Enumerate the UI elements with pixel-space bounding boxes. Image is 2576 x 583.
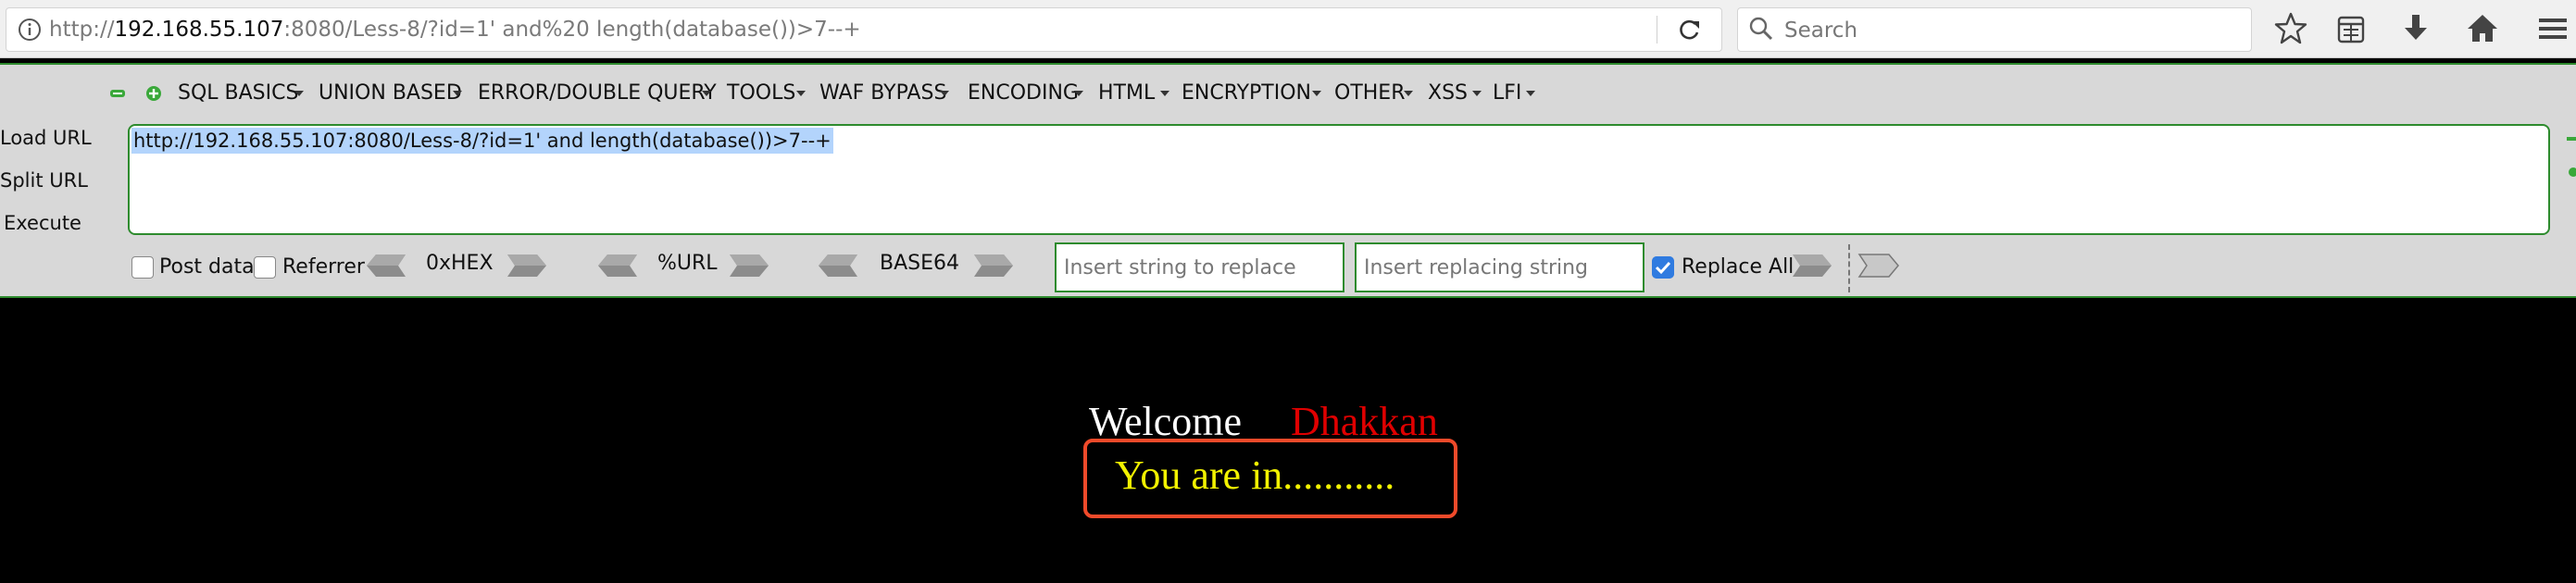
url-path: :8080/Less-8/?id=1' and%20 length(databa… (283, 18, 861, 42)
execute-button[interactable]: Execute (4, 212, 81, 234)
bookmark-star-icon[interactable] (2271, 9, 2310, 48)
minus-icon[interactable] (109, 87, 126, 100)
hex-encode-arrow-icon[interactable] (506, 252, 548, 279)
hackbar-menu: SQL BASICS UNION BASED ERROR/DOUBLE QUER… (0, 80, 2576, 107)
post-data-label: Post data (159, 255, 255, 279)
split-url-button[interactable]: Split URL (0, 169, 88, 192)
address-bar-url[interactable]: http://192.168.55.107:8080/Less-8/?id=1'… (49, 8, 861, 51)
url-prefix: http:// (49, 18, 115, 42)
url-textarea[interactable]: http://192.168.55.107:8080/Less-8/?id=1'… (128, 124, 2550, 235)
replace-forward-arrow-icon[interactable] (1857, 252, 1900, 279)
post-data-checkbox[interactable] (131, 256, 154, 279)
download-icon[interactable] (2396, 9, 2435, 48)
url-encoding-label: %URL (657, 252, 718, 275)
search-icon (1749, 17, 1773, 41)
base64-decode-arrow-icon[interactable] (817, 252, 859, 279)
plus-icon[interactable] (144, 84, 163, 103)
url-decode-arrow-icon[interactable] (596, 252, 639, 279)
referrer-label: Referrer (282, 255, 365, 279)
status-box: You are in........... (1083, 439, 1457, 518)
chevron-down-icon (1526, 91, 1535, 96)
menu-error-double-query[interactable]: ERROR/DOUBLE QUERY (478, 80, 717, 107)
replace-apply-arrow-icon[interactable] (1791, 252, 1833, 279)
chevron-down-icon (1312, 91, 1321, 96)
menu-sql-basics[interactable]: SQL BASICS (178, 80, 298, 107)
menu-html[interactable]: HTML (1098, 80, 1155, 107)
url-host: 192.168.55.107 (114, 18, 284, 42)
search-bar[interactable] (1737, 7, 2252, 53)
referrer-checkbox[interactable] (254, 256, 276, 279)
info-icon[interactable] (16, 16, 44, 43)
menu-encryption[interactable]: ENCRYPTION (1182, 80, 1311, 107)
address-bar[interactable]: http://192.168.55.107:8080/Less-8/?id=1'… (6, 7, 1722, 52)
menu-xss[interactable]: XSS (1428, 80, 1468, 107)
menu-lfi[interactable]: LFI (1493, 80, 1521, 107)
base64-label: BASE64 (880, 252, 960, 275)
chevron-down-icon (294, 91, 304, 96)
url-textarea-value[interactable]: http://192.168.55.107:8080/Less-8/?id=1'… (131, 128, 833, 154)
url-encode-arrow-icon[interactable] (728, 252, 770, 279)
status-message: You are in........... (1115, 453, 1395, 498)
chevron-down-icon (1472, 91, 1482, 96)
hex-label: 0xHEX (426, 252, 494, 275)
replace-all-checkbox[interactable] (1652, 256, 1674, 279)
hackbar-panel: SQL BASICS UNION BASED ERROR/DOUBLE QUER… (0, 63, 2576, 298)
menu-other[interactable]: OTHER (1334, 80, 1405, 107)
menu-waf-bypass[interactable]: WAF BYPASS (819, 80, 946, 107)
chevron-down-icon (796, 91, 806, 96)
hamburger-menu-icon[interactable] (2533, 9, 2572, 48)
home-icon[interactable] (2463, 9, 2502, 48)
browser-toolbar: http://192.168.55.107:8080/Less-8/?id=1'… (0, 0, 2576, 58)
dashed-divider (1848, 244, 1850, 292)
replacing-string-input[interactable] (1355, 242, 1644, 292)
replace-all-label: Replace All (1682, 255, 1794, 279)
chevron-down-icon (702, 91, 711, 96)
menu-encoding[interactable]: ENCODING (968, 80, 1079, 107)
edge-arrows-icon (2567, 137, 2576, 177)
base64-encode-arrow-icon[interactable] (972, 252, 1015, 279)
search-input[interactable] (1782, 8, 2240, 53)
chevron-down-icon (940, 91, 949, 96)
hex-decode-arrow-icon[interactable] (365, 252, 407, 279)
menu-tools[interactable]: TOOLS (727, 80, 795, 107)
load-url-button[interactable]: Load URL (0, 127, 92, 149)
menu-union-based[interactable]: UNION BASED (319, 80, 462, 107)
chevron-down-icon (1074, 91, 1083, 96)
chevron-down-icon (1160, 91, 1169, 96)
reading-list-icon[interactable] (2332, 9, 2370, 48)
reload-icon[interactable] (1673, 16, 1707, 43)
chevron-down-icon (453, 91, 462, 96)
chevron-down-icon (1404, 91, 1413, 96)
replace-string-input[interactable] (1055, 242, 1344, 292)
